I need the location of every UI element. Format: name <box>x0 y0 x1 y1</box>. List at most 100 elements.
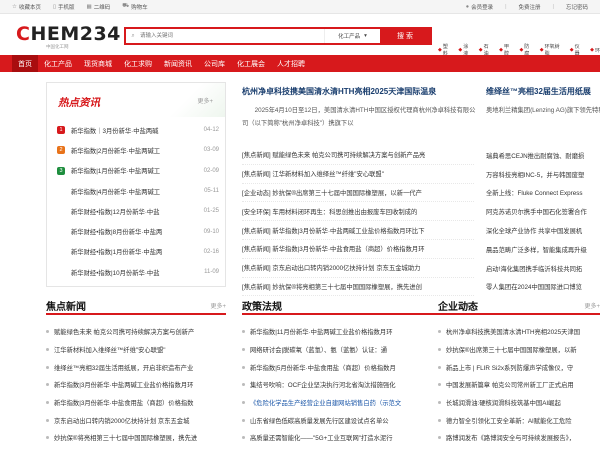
nav-companies[interactable]: 公司库 <box>198 55 231 72</box>
list-item-text: 新品上市 | FLIR Si2x系列防爆声学成像仪，守 <box>446 364 574 372</box>
list-item[interactable]: 德力智全引领化工安全革新：AI赋能化工危险 <box>438 411 600 429</box>
section-more-link[interactable]: 更多+ <box>210 301 226 310</box>
list-item-text: 江华新材料加入维绎丝™纤维"安心联盟" <box>54 347 166 355</box>
list-item[interactable]: 新华指数|3月份新华·中盐食用盐（商超）价格指数 <box>46 394 226 412</box>
bullet-icon <box>46 383 49 387</box>
featured-article-title[interactable]: 杭州净卓科技携美国清水清HTH亮相2025天津国际温泉 <box>242 86 480 97</box>
news-list-item[interactable]: 晨品范畴广泛多样，智能集成再升级 <box>486 240 600 259</box>
bookmark-link[interactable]: ☆ 收藏本页 <box>12 3 41 11</box>
mobile-label: 手机版 <box>57 4 75 11</box>
topbar-right-links: ● 会员登录 | 免费注册 | 忘记密码 <box>466 3 588 11</box>
category-icon: ◆ <box>458 47 463 53</box>
qrcode-icon: ▦ <box>86 3 92 10</box>
featured-article-summary: 2025年4月10日至12日，美国清水清HTH中国区授权代理商杭州净卓科技有限公… <box>242 107 476 127</box>
hot-news-item[interactable]: 新华财经•指数|1月份新华·中盐两 02-16 <box>57 242 219 262</box>
list-item-text: 赋能绿色未来 帕克公司携可持续解决方案与创新产 <box>54 329 195 337</box>
hot-news-item-date: 02-16 <box>203 248 219 255</box>
secondary-article-title[interactable]: 维绎丝™亮相32届生活用纸展 <box>486 86 600 97</box>
nav-home[interactable]: 首页 <box>12 55 38 72</box>
news-list-item[interactable]: 启动!海化集团携手临沂科技共同拓 <box>486 259 600 278</box>
star-icon: ☆ <box>12 3 17 10</box>
bullet-icon <box>46 401 49 405</box>
hot-news-item[interactable]: 2 新华指数|2月份新华·中盐两碱工 03-09 <box>57 140 219 160</box>
nav-mall[interactable]: 现货商城 <box>78 55 118 72</box>
news-list-item[interactable]: [焦点新闻] 赋能绿色未来 帕克公司携可持续解决方案与创新产品亮 <box>242 146 474 165</box>
forgot-password-link[interactable]: 忘记密码 <box>566 3 588 11</box>
hot-category-label: 环 <box>595 47 600 54</box>
list-item[interactable]: 新品上市 | FLIR Si2x系列防爆声学成像仪，守 <box>438 358 600 376</box>
mobile-link[interactable]: ▯ 手机版 <box>53 3 75 11</box>
nav-products[interactable]: 化工产品 <box>38 55 78 72</box>
news-list-item[interactable]: 阿克苏诺贝尔携手中国石化签署合作 <box>486 202 600 221</box>
list-item[interactable]: 杭州净卓科技携美国清水清HTH亮相2025天津国 <box>438 323 600 341</box>
list-item[interactable]: 赋能绿色未来 帕克公司携可持续解决方案与创新产 <box>46 323 226 341</box>
topbar-left-links: ☆ 收藏本页 ▯ 手机版 ▦ 二维码 ⛟ 购物车 <box>12 3 148 11</box>
news-list-item[interactable]: 万容科技亮相INC-5，并与韩国废塑 <box>486 165 600 184</box>
hot-news-item-date: 04-12 <box>203 127 219 134</box>
hot-news-item[interactable]: 新华财经•指数|8月份新华·中盐两 09-10 <box>57 221 219 241</box>
list-item[interactable]: 妙抗保®将亮相第三十七届中国国际橡塑展，携先进 <box>46 429 226 447</box>
chevron-down-icon: ▾ <box>364 33 367 39</box>
news-list-item[interactable]: [焦点新闻] 新华指数|3月份新华·中盐两碱工业盐价格指数月环比下 <box>242 221 474 240</box>
bullet-icon <box>46 330 49 334</box>
category-icon: ◆ <box>519 47 524 53</box>
list-item[interactable]: 新华指数|3月份新华·中盐两碱工业盐价格指数月环 <box>46 376 226 394</box>
news-list-item[interactable]: [焦点新闻] 新华指数|3月份新华·中盐食用盐（商超）价格指数月环 <box>242 240 474 259</box>
bullet-icon <box>438 418 441 422</box>
cart-link[interactable]: ⛟ 购物车 <box>122 3 147 11</box>
logo-prefix: C <box>16 23 31 45</box>
search-category-select[interactable]: 化工产品 ▾ <box>324 29 380 43</box>
logo-name: HEM234 <box>30 23 121 45</box>
hot-news-item-date: 11-09 <box>204 269 219 276</box>
hot-news-item-date: 09-10 <box>203 228 219 235</box>
list-item[interactable]: 路博润发布《路博润安全与可持续发展报告》， <box>438 429 600 447</box>
category-icon: ◆ <box>499 47 503 53</box>
hot-news-item[interactable]: 新华指数|4月份新华·中盐两碱工 05-11 <box>57 181 219 201</box>
list-item[interactable]: 中国发展新篇章 帕克公司常州新工厂正式启用 <box>438 376 600 394</box>
nav-exhibitions[interactable]: 化工展会 <box>231 55 271 72</box>
logo-text: CHEM234 <box>16 24 121 44</box>
nav-jobs[interactable]: 人才招聘 <box>271 55 311 72</box>
news-list-item[interactable]: [焦点新闻] 京东启动出口转内销2000亿扶持计划 京东五金城助力 <box>242 259 474 278</box>
register-link[interactable]: 免费注册 <box>519 3 541 11</box>
list-item-text: 集结号吹响：OCF企业坚决执行河北省淘汰措施强化 <box>250 382 396 390</box>
hot-news-list: 1 新华指数｜3月份新华·中盐两碱 04-12 2 新华指数|2月份新华·中盐两碱工 0… <box>57 120 219 282</box>
news-list-item[interactable]: 深化全球产业协作 共享中国发展机 <box>486 221 600 240</box>
hot-news-item-date: 02-09 <box>203 167 219 174</box>
nav-buying[interactable]: 化工求购 <box>118 55 158 72</box>
news-list-item[interactable]: [焦点新闻] 江华新材料加入维绎丝™纤维"安心联盟" <box>242 165 474 184</box>
news-list-item[interactable]: [安全环保] 车用材料闭环再生：科思创推出由报废车回收制成的 <box>242 202 474 222</box>
site-logo[interactable]: CHEM234 中国化工网 <box>16 24 121 50</box>
list-item[interactable]: 长城润滑油:硬核润滑科技筑基中国AI崛起 <box>438 394 600 412</box>
news-list-item[interactable]: 全新上线：Fluke Connect Express <box>486 184 600 203</box>
hot-news-item[interactable]: 3 新华指数|1月份新华·中盐两碱工 02-09 <box>57 161 219 181</box>
hot-news-item[interactable]: 1 新华指数｜3月份新华·中盐两碱 04-12 <box>57 120 219 140</box>
list-item[interactable]: 维绎丝™亮相32届生活用纸展，开启非织造布产业 <box>46 358 226 376</box>
bullet-icon <box>242 436 245 440</box>
rank-badge <box>57 207 65 215</box>
category-icon: ◆ <box>590 47 595 53</box>
list-item-text: 高质量还需智能化——"5G+工业互联网"打造水泥行 <box>250 435 393 443</box>
news-list-item[interactable]: [企业动态] 妙抗保®出席第三十七届中国国际橡塑展，以新一代产 <box>242 184 474 203</box>
list-item[interactable]: 妙抗保®出席第三十七届中国国际橡塑展，以新 <box>438 341 600 359</box>
list-item[interactable]: 江华新材料加入维绎丝™纤维"安心联盟" <box>46 341 226 359</box>
news-list-item[interactable]: [焦点新闻] 妙抗保®将亮相第三十七届中国国际橡塑展，携先进创 <box>242 278 474 297</box>
news-list-item[interactable]: 瑞典希思CEJN推出耐腐蚀、耐磨损 <box>486 146 600 165</box>
login-link[interactable]: ● 会员登录 <box>466 3 493 11</box>
hot-news-panel: 热点资讯 更多+ 1 新华指数｜3月份新华·中盐两碱 04-12 2 新华指数|2月份… <box>46 82 226 287</box>
list-item-text: 新华指数|5月份新华·中盐食用盐（商超）价格指数月 <box>250 364 396 372</box>
nav-news[interactable]: 新闻资讯 <box>158 55 198 72</box>
search-input[interactable] <box>140 29 324 43</box>
search-button[interactable]: 搜 索 <box>380 29 430 43</box>
cart-icon: ⛟ <box>122 3 130 9</box>
bullet-icon <box>46 348 49 352</box>
news-list-item[interactable]: 零人集团在2024中国国际进口博览 <box>486 278 600 297</box>
qrcode-link[interactable]: ▦ 二维码 <box>87 3 111 11</box>
section-more-link[interactable]: 更多+ <box>584 301 600 310</box>
bullet-icon <box>242 365 245 369</box>
hot-news-item[interactable]: 新华财经•指数|12月份新华·中盐 01-25 <box>57 201 219 221</box>
list-item[interactable]: 京东启动出口转内销2000亿扶持计划 京东五金城 <box>46 411 226 429</box>
rank-badge <box>57 268 65 276</box>
hot-news-more-link[interactable]: 更多+ <box>197 96 213 105</box>
hot-news-item[interactable]: 新华财经•指数|10月份新华·中盐 11-09 <box>57 262 219 282</box>
